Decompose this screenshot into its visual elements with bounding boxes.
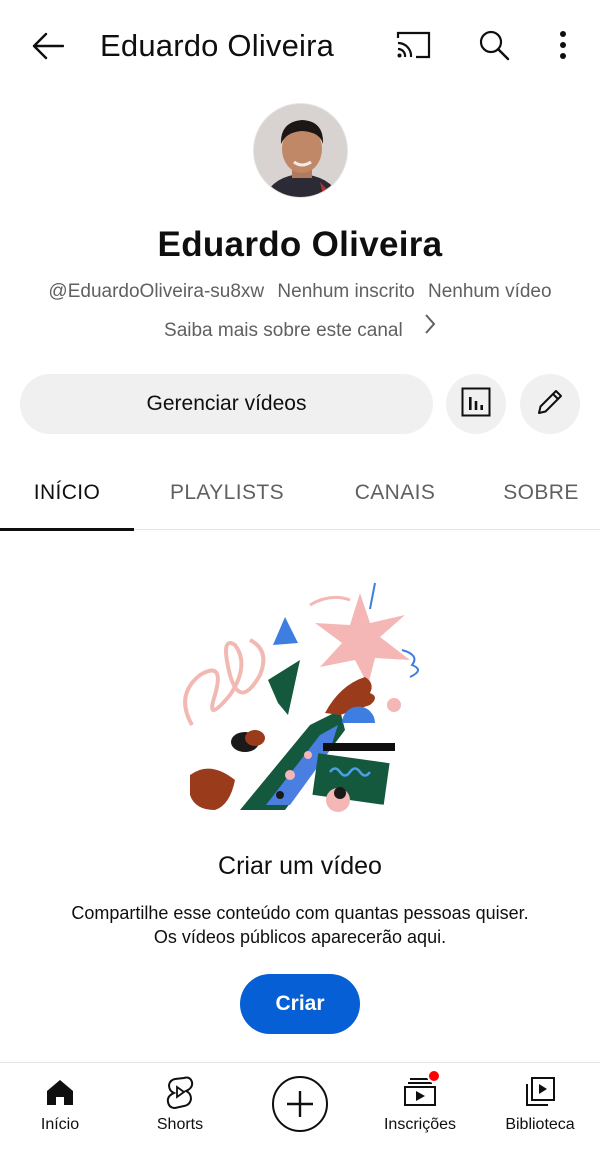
nav-home-label: Início	[40, 1116, 80, 1133]
tab-inicio[interactable]: INÍCIO	[0, 455, 134, 531]
page-title: Eduardo Oliveira	[100, 28, 335, 63]
tab-canais[interactable]: CANAIS	[330, 455, 460, 530]
library-icon	[480, 1075, 600, 1109]
manage-videos-button[interactable]: Gerenciar vídeos	[20, 374, 433, 434]
pencil-icon	[535, 387, 565, 422]
bottom-navigation: Início Shorts Inscrições Biblioteca	[0, 1062, 600, 1150]
create-video-button[interactable]: Criar	[240, 974, 360, 1034]
more-vert-icon[interactable]	[548, 25, 578, 65]
shorts-icon	[120, 1075, 240, 1109]
nav-shorts-label: Shorts	[156, 1116, 204, 1133]
video-count: Nenhum vídeo	[427, 281, 552, 302]
tab-playlists[interactable]: PLAYLISTS	[148, 455, 306, 530]
empty-state-line-1: Compartilhe esse conteúdo com quantas pe…	[71, 903, 529, 923]
nav-library-label: Biblioteca	[505, 1116, 575, 1133]
subscriber-count: Nenhum inscrito	[277, 281, 415, 302]
analytics-icon	[461, 387, 491, 422]
home-icon	[0, 1075, 120, 1109]
nav-create[interactable]	[240, 1063, 360, 1150]
analytics-button[interactable]	[446, 374, 506, 434]
nav-subscriptions-label: Inscrições	[383, 1116, 457, 1133]
channel-avatar[interactable]	[253, 103, 348, 198]
nav-home[interactable]: Início	[0, 1063, 120, 1150]
about-channel-link[interactable]: Saiba mais sobre este canal	[0, 314, 600, 345]
create-plus-icon	[272, 1076, 328, 1132]
channel-handle: @EduardoOliveira-su8xw	[48, 281, 265, 302]
empty-state-illustration	[170, 575, 440, 815]
empty-state-description: Compartilhe esse conteúdo com quantas pe…	[0, 901, 600, 949]
empty-state-title: Criar um vídeo	[218, 852, 382, 880]
about-channel-label: Saiba mais sobre este canal	[164, 320, 403, 341]
search-icon[interactable]	[474, 25, 514, 65]
subscriptions-icon	[360, 1075, 480, 1109]
channel-meta: @EduardoOliveira-su8xw Nenhum inscrito N…	[0, 279, 600, 305]
notification-dot	[427, 1069, 441, 1083]
cast-icon[interactable]	[392, 27, 434, 63]
tab-sobre[interactable]: SOBRE	[488, 455, 594, 530]
back-arrow-icon[interactable]	[28, 26, 68, 66]
edit-channel-button[interactable]	[520, 374, 580, 434]
nav-subscriptions[interactable]: Inscrições	[360, 1063, 480, 1150]
channel-tabs: INÍCIO PLAYLISTS CANAIS SOBRE	[0, 455, 600, 531]
chevron-right-icon	[424, 313, 436, 344]
empty-state-line-2: Os vídeos públicos aparecerão aqui.	[153, 927, 447, 947]
top-app-bar: Eduardo Oliveira	[0, 0, 600, 90]
channel-name: Eduardo Oliveira	[157, 225, 443, 264]
nav-shorts[interactable]: Shorts	[120, 1063, 240, 1150]
nav-library[interactable]: Biblioteca	[480, 1063, 600, 1150]
